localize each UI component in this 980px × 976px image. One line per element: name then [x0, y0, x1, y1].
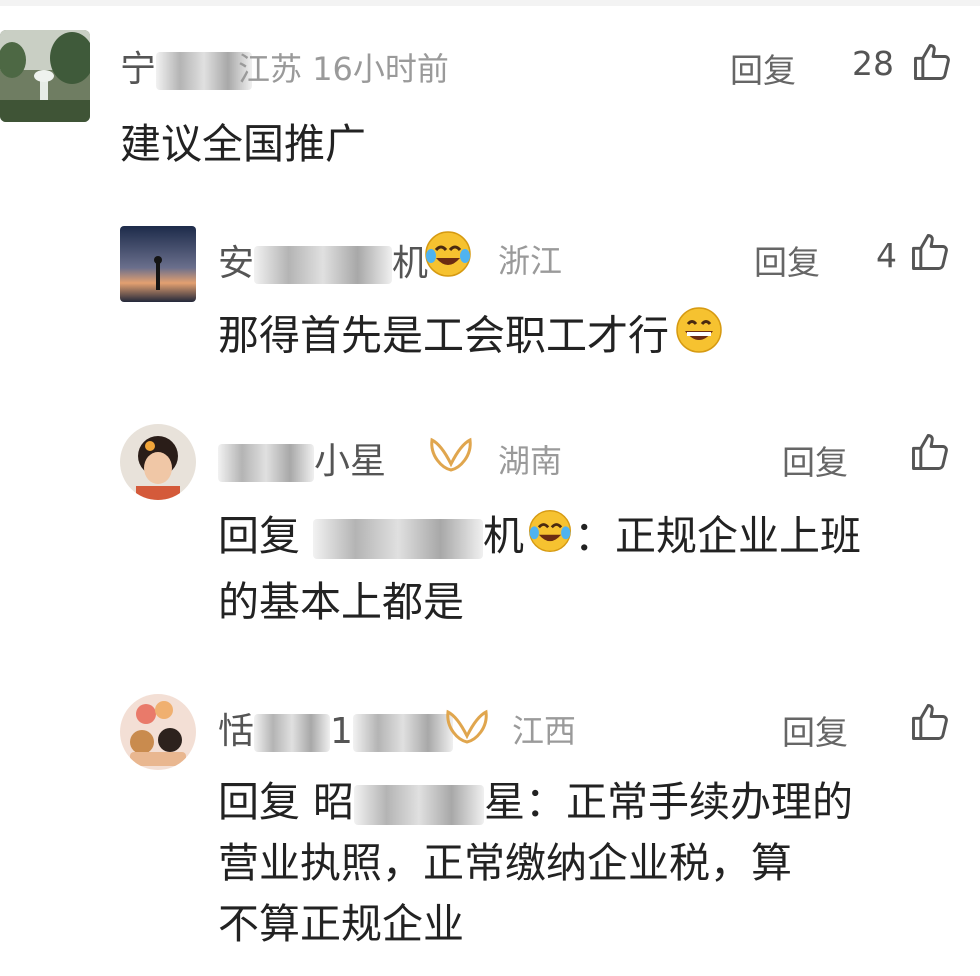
- reply-target-suffix: 机: [483, 512, 525, 560]
- blurred-username: [218, 444, 314, 482]
- thumb-up-icon[interactable]: [908, 230, 952, 274]
- vip-badge-icon: [444, 706, 490, 750]
- thumb-up-icon[interactable]: [910, 40, 954, 84]
- thumb-up-icon[interactable]: [908, 430, 952, 474]
- location: 湖南: [498, 442, 563, 480]
- reply-target-suffix: 星: [484, 778, 526, 826]
- face-with-tears-of-joy-icon: [422, 228, 474, 284]
- blurred-reply-target: [354, 785, 485, 825]
- blurred-reply-target: [313, 519, 484, 559]
- avatar[interactable]: [120, 226, 196, 302]
- avatar[interactable]: [0, 30, 90, 122]
- reply-button[interactable]: 回复: [754, 236, 820, 284]
- grinning-face-icon: [673, 304, 725, 373]
- reply-button[interactable]: 回复: [782, 436, 848, 484]
- username[interactable]: 安机: [218, 234, 428, 286]
- like-count[interactable]: 4: [876, 236, 897, 275]
- reply-button[interactable]: 回复: [730, 44, 796, 92]
- timestamp: 16小时前: [312, 50, 449, 88]
- reply-prefix: 回复: [218, 778, 300, 826]
- location: 浙江: [498, 242, 563, 280]
- reply-prefix: 回复: [218, 512, 300, 560]
- username[interactable]: 恬1: [218, 702, 453, 754]
- blurred-username: [254, 246, 393, 284]
- comment-text: 那得首先是工会职工才行: [218, 304, 725, 373]
- avatar[interactable]: [120, 424, 196, 500]
- vip-badge-icon: [428, 434, 474, 478]
- reply-button[interactable]: 回复: [782, 706, 848, 754]
- username[interactable]: 小星: [218, 432, 386, 484]
- comment-text: 回复 机 ：正规企业上班 的基本上都是: [218, 506, 938, 633]
- comment-text: 回复 昭星：正常手续办理的 营业执照，正常缴纳企业税，算 不算正规企业: [218, 778, 854, 948]
- avatar[interactable]: [120, 694, 196, 770]
- location: 江西: [512, 712, 577, 750]
- blurred-username: [254, 714, 331, 752]
- location: 江苏: [238, 50, 303, 88]
- reply-target-prefix: 昭: [313, 778, 355, 826]
- blurred-username-2: [352, 714, 453, 752]
- thumb-up-icon[interactable]: [908, 700, 952, 744]
- username[interactable]: 宁: [120, 40, 253, 92]
- top-divider: [0, 0, 980, 6]
- location-time: 江苏 16小时前: [238, 44, 449, 90]
- comment-text: 建议全国推广: [120, 120, 366, 168]
- like-count[interactable]: 28: [852, 44, 894, 83]
- face-with-tears-of-joy-icon: [526, 507, 574, 572]
